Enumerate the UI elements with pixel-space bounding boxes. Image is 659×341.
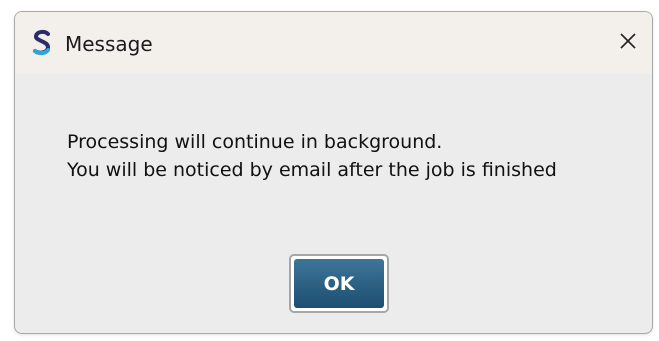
- ok-button[interactable]: OK: [289, 254, 389, 313]
- message-line: You will be noticed by email after the j…: [67, 159, 557, 181]
- page: Message Processing will continue in back…: [0, 0, 659, 341]
- message-dialog: Message Processing will continue in back…: [14, 11, 653, 334]
- close-button[interactable]: [604, 12, 652, 74]
- message-line: Processing will continue in background.: [67, 131, 443, 153]
- ok-button-label: OK: [294, 259, 384, 308]
- dialog-title: Message: [65, 32, 153, 56]
- s-logo-icon: [31, 28, 53, 58]
- title-bar[interactable]: Message: [15, 12, 652, 74]
- message-text: Processing will continue in background. …: [67, 128, 557, 184]
- close-icon: [619, 32, 637, 54]
